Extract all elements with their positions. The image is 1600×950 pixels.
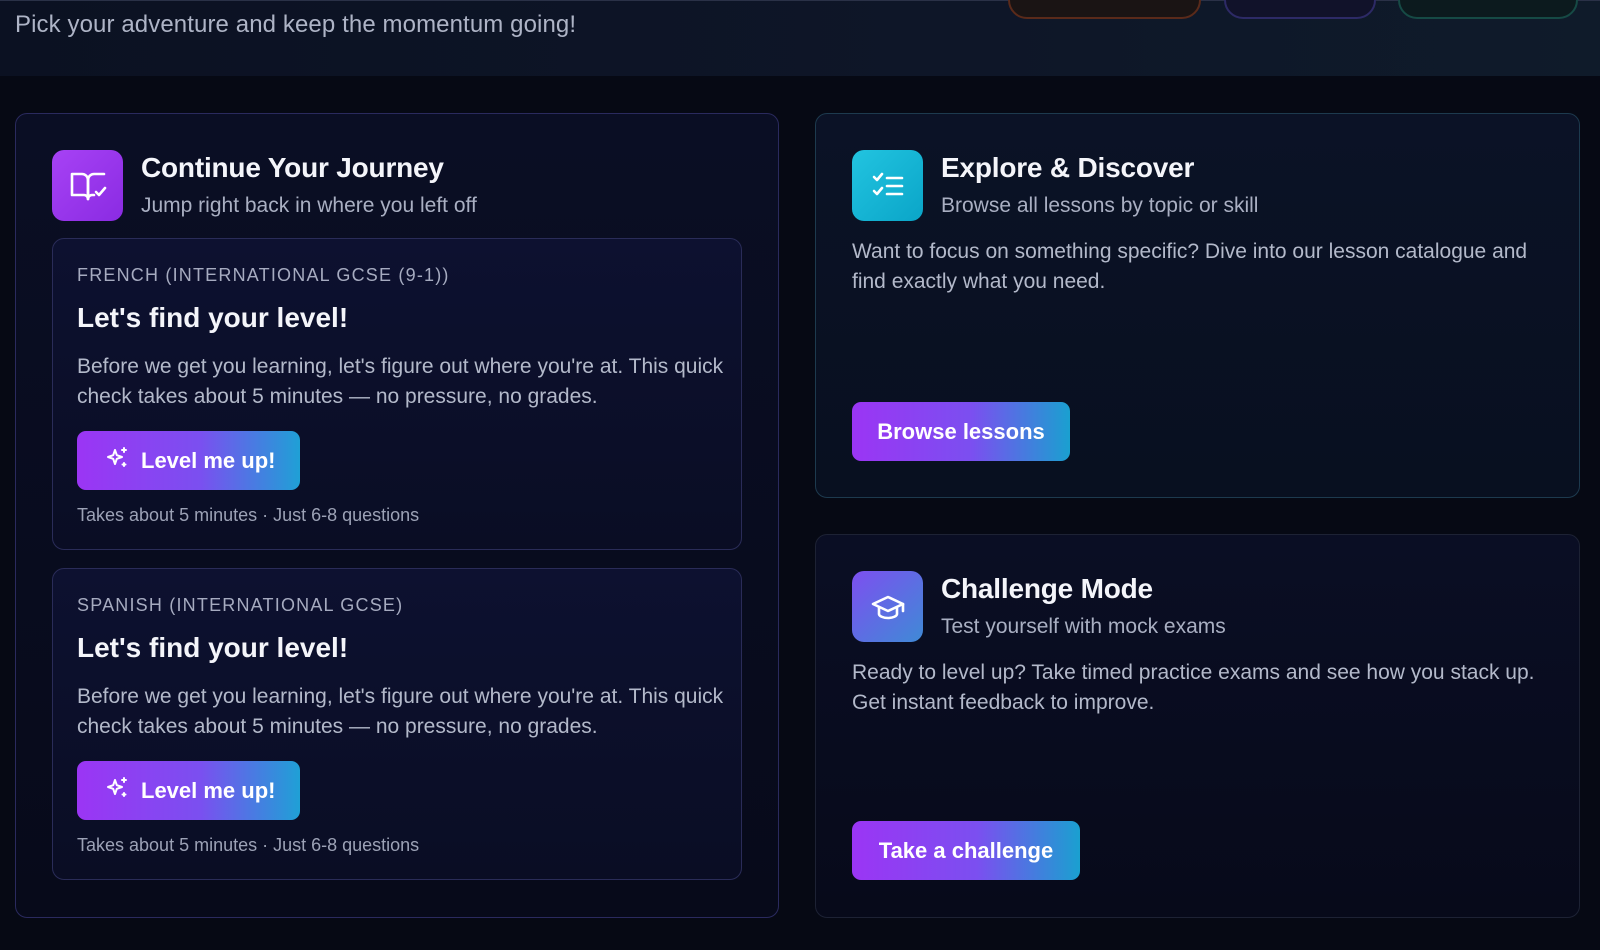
sparkles-icon xyxy=(105,776,129,806)
browse-lessons-button[interactable]: Browse lessons xyxy=(852,402,1070,461)
lesson-heading: Let's find your level! xyxy=(77,302,349,333)
lesson-description: Before we get you learning, let's figure… xyxy=(77,685,724,738)
card-description: Want to focus on something specific? Div… xyxy=(852,240,1528,293)
graduation-cap-icon xyxy=(852,571,923,642)
header-bar: Pick your adventure and keep the momentu… xyxy=(0,0,1600,76)
explore-discover-card: Explore & Discover Browse all lessons by… xyxy=(815,113,1580,498)
lesson-card-spanish: SPANISH (INTERNATIONAL GCSE) Let's find … xyxy=(52,568,742,880)
lesson-subject: SPANISH (INTERNATIONAL GCSE) xyxy=(77,595,404,615)
continue-journey-card: Continue Your Journey Jump right back in… xyxy=(15,113,779,918)
book-check-icon xyxy=(52,150,123,221)
card-title: Explore & Discover xyxy=(941,152,1195,183)
card-title: Challenge Mode xyxy=(941,573,1153,604)
list-check-icon xyxy=(852,150,923,221)
card-subtitle: Browse all lessons by topic or skill xyxy=(941,194,1259,217)
sparkles-icon xyxy=(105,446,129,476)
level-me-up-button[interactable]: Level me up! xyxy=(77,761,300,820)
challenge-mode-card: Challenge Mode Test yourself with mock e… xyxy=(815,534,1580,918)
take-challenge-button[interactable]: Take a challenge xyxy=(852,821,1080,880)
lesson-meta: Takes about 5 minutes · Just 6-8 questio… xyxy=(77,505,420,525)
button-label: Level me up! xyxy=(141,777,276,803)
card-title: Continue Your Journey xyxy=(141,152,444,183)
header-pill-orange[interactable] xyxy=(1008,0,1201,19)
header-pill-teal[interactable] xyxy=(1398,0,1578,19)
lesson-card-french: FRENCH (INTERNATIONAL GCSE (9-1)) Let's … xyxy=(52,238,742,550)
card-description: Ready to level up? Take timed practice e… xyxy=(852,661,1535,714)
header-pill-purple[interactable] xyxy=(1224,0,1376,19)
button-label: Level me up! xyxy=(141,447,276,473)
card-subtitle: Jump right back in where you left off xyxy=(141,194,477,217)
lesson-description: Before we get you learning, let's figure… xyxy=(77,355,724,408)
level-me-up-button[interactable]: Level me up! xyxy=(77,431,300,490)
lesson-meta: Takes about 5 minutes · Just 6-8 questio… xyxy=(77,835,420,855)
lesson-heading: Let's find your level! xyxy=(77,632,349,663)
lesson-subject: FRENCH (INTERNATIONAL GCSE (9-1)) xyxy=(77,265,450,285)
card-subtitle: Test yourself with mock exams xyxy=(941,615,1226,638)
page-tagline: Pick your adventure and keep the momentu… xyxy=(15,11,577,38)
